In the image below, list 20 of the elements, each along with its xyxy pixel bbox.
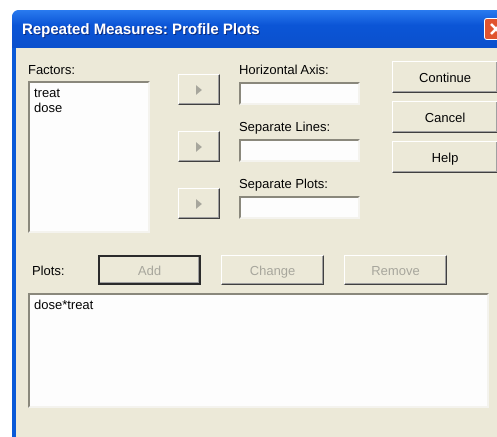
- list-item[interactable]: dose: [34, 100, 144, 115]
- input-field[interactable]: [239, 82, 360, 105]
- arrow-right-icon: [196, 142, 202, 152]
- arrow-right-icon: [196, 84, 202, 94]
- dialog-button[interactable]: Cancel: [392, 101, 497, 133]
- factors-label: Factors:: [28, 62, 76, 77]
- input-field[interactable]: [239, 139, 360, 162]
- field-label: Separate Lines:: [239, 119, 332, 134]
- input-field[interactable]: [239, 196, 360, 219]
- factors-list[interactable]: treat dose: [28, 81, 150, 233]
- window-title: Repeated Measures: Profile Plots: [22, 20, 260, 38]
- plots-label: Plots:: [32, 262, 66, 278]
- field-label: Horizontal Axis:: [239, 62, 330, 77]
- dialog-button[interactable]: Help: [392, 141, 497, 173]
- list-item[interactable]: treat: [34, 85, 144, 100]
- list-item[interactable]: dose*treat: [34, 297, 483, 312]
- dialog-button[interactable]: Continue: [392, 61, 497, 93]
- field-label: Separate Plots:: [239, 176, 329, 191]
- plots-list[interactable]: dose*treat: [28, 293, 489, 408]
- arrow-right-icon: [196, 198, 202, 208]
